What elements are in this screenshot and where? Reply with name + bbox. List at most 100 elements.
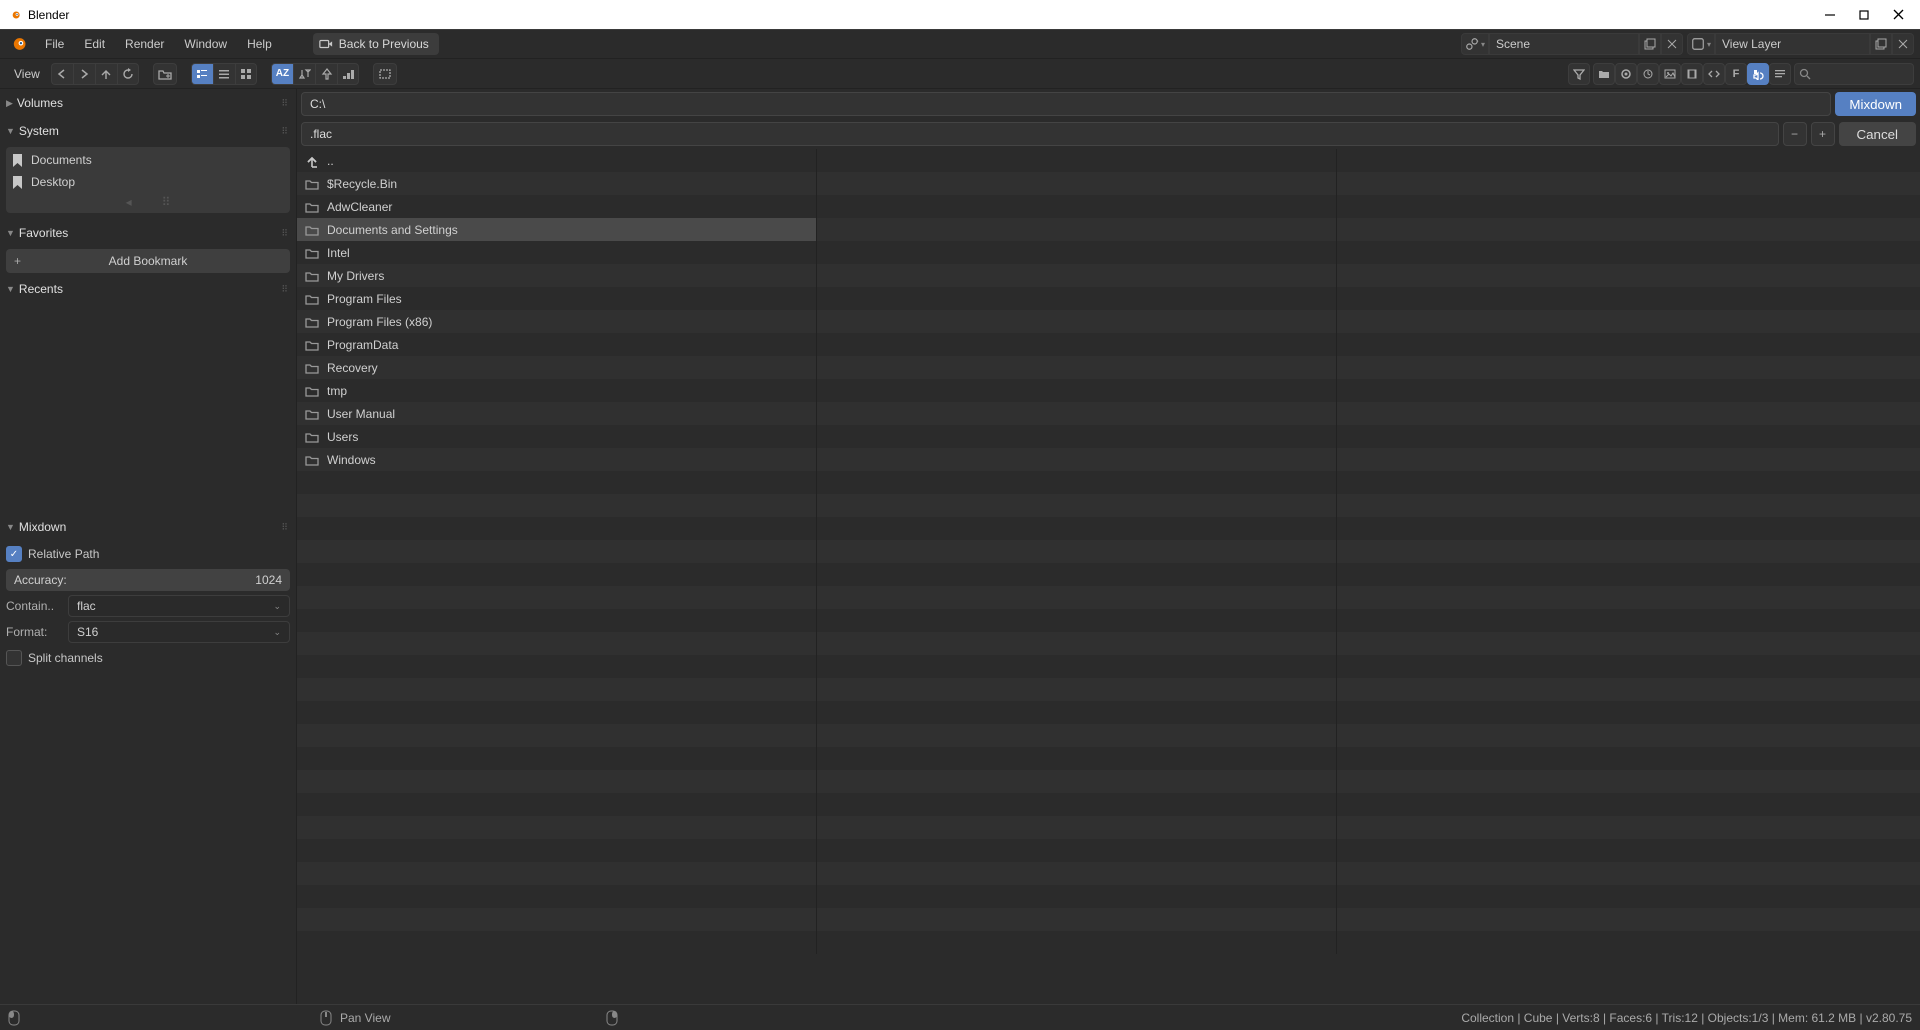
favorites-panel-header[interactable]: ▼ Favorites ⠿ [0, 219, 296, 247]
maximize-button[interactable] [1854, 5, 1874, 25]
folder-icon [305, 247, 319, 259]
checkbox-icon[interactable] [6, 650, 22, 666]
blender-icon[interactable] [6, 32, 30, 56]
file-row[interactable]: Windows [297, 448, 816, 471]
filter-toggle-icon[interactable] [1568, 63, 1590, 85]
filter-font-icon[interactable]: F [1725, 63, 1747, 85]
filter-text-icon[interactable] [1769, 63, 1791, 85]
mixdown-panel-header[interactable]: ▼ Mixdown ⠿ [0, 513, 296, 541]
file-row[interactable]: tmp [297, 379, 816, 402]
status-pan-view: Pan View [340, 1011, 390, 1025]
menubar: File Edit Render Window Help Back to Pre… [0, 29, 1920, 59]
viewlayer-selector[interactable]: ▾ [1687, 33, 1914, 55]
filter-folder-icon[interactable] [1593, 63, 1615, 85]
format-select[interactable]: S16 ⌄ [68, 621, 290, 643]
mouse-middle-icon [320, 1010, 332, 1026]
file-row[interactable]: ProgramData [297, 333, 816, 356]
filter-sound-icon[interactable] [1747, 63, 1769, 85]
file-row[interactable]: Intel [297, 241, 816, 264]
file-list[interactable]: ..$Recycle.BinAdwCleanerDocuments and Se… [297, 149, 1920, 1004]
file-row[interactable]: $Recycle.Bin [297, 172, 816, 195]
filter-image-icon[interactable] [1659, 63, 1681, 85]
folder-icon [305, 339, 319, 351]
system-panel-header[interactable]: ▼ System ⠿ [0, 117, 296, 145]
status-stats: Collection | Cube | Verts:8 | Faces:6 | … [1461, 1011, 1912, 1025]
drag-icon[interactable]: ⠿ [281, 284, 288, 295]
sort-size-icon[interactable] [337, 63, 359, 85]
volumes-panel-header[interactable]: ▶ Volumes ⠿ [0, 89, 296, 117]
folder-icon [305, 201, 319, 213]
scene-delete-icon[interactable] [1661, 33, 1683, 55]
display-thumbnails-icon[interactable] [235, 63, 257, 85]
drag-icon[interactable]: ⠿ [281, 228, 288, 239]
menu-edit[interactable]: Edit [75, 32, 114, 56]
folder-icon [305, 178, 319, 190]
display-list-long-icon[interactable] [213, 63, 235, 85]
expand-icon: ▼ [6, 126, 15, 136]
parent-dir-row[interactable]: .. [297, 149, 816, 172]
system-item-desktop[interactable]: Desktop [6, 171, 290, 193]
scene-new-icon[interactable] [1639, 33, 1661, 55]
file-row[interactable]: Recovery [297, 356, 816, 379]
nav-refresh-icon[interactable] [117, 63, 139, 85]
folder-icon [305, 431, 319, 443]
increment-button[interactable]: + [1811, 122, 1835, 146]
drag-icon[interactable]: ⠿ [281, 98, 288, 109]
filter-blend-icon[interactable] [1615, 63, 1637, 85]
scene-browse-icon[interactable]: ▾ [1461, 33, 1489, 55]
add-bookmark-button[interactable]: + Add Bookmark [6, 249, 290, 273]
drag-icon[interactable]: ⠿ [281, 522, 288, 533]
file-row[interactable]: Program Files [297, 287, 816, 310]
new-folder-icon[interactable] [153, 63, 177, 85]
filter-search-input[interactable] [1794, 63, 1914, 85]
nav-forward-icon[interactable] [73, 63, 95, 85]
file-row[interactable]: User Manual [297, 402, 816, 425]
folder-icon [305, 408, 319, 420]
filter-script-icon[interactable] [1703, 63, 1725, 85]
filter-backup-icon[interactable] [1637, 63, 1659, 85]
file-row[interactable]: Documents and Settings [297, 218, 816, 241]
file-row[interactable]: Program Files (x86) [297, 310, 816, 333]
nav-back-icon[interactable] [51, 63, 73, 85]
minimize-button[interactable] [1820, 5, 1840, 25]
filename-input[interactable] [301, 122, 1779, 146]
display-list-short-icon[interactable] [191, 63, 213, 85]
decrement-button[interactable]: − [1783, 122, 1807, 146]
view-menu[interactable]: View [6, 63, 48, 85]
viewlayer-new-icon[interactable] [1870, 33, 1892, 55]
system-item-documents[interactable]: Documents [6, 149, 290, 171]
menu-window[interactable]: Window [175, 32, 236, 56]
show-hidden-icon[interactable] [373, 63, 397, 85]
cancel-button[interactable]: Cancel [1839, 122, 1917, 146]
close-button[interactable] [1888, 5, 1908, 25]
sort-time-icon[interactable] [315, 63, 337, 85]
recents-panel-header[interactable]: ▼ Recents ⠿ [0, 275, 296, 303]
drag-icon[interactable]: ⠿ [281, 126, 288, 137]
container-select[interactable]: flac ⌄ [68, 595, 290, 617]
sort-alpha-icon[interactable]: AZ [271, 63, 293, 85]
viewlayer-name-input[interactable] [1715, 33, 1870, 55]
menu-render[interactable]: Render [116, 32, 173, 56]
file-row[interactable]: My Drivers [297, 264, 816, 287]
file-row[interactable]: AdwCleaner [297, 195, 816, 218]
file-row[interactable]: Users [297, 425, 816, 448]
back-to-previous-button[interactable]: Back to Previous [313, 33, 439, 55]
checkbox-checked-icon[interactable]: ✓ [6, 546, 22, 562]
filter-movie-icon[interactable] [1681, 63, 1703, 85]
scene-selector[interactable]: ▾ [1461, 33, 1683, 55]
nav-up-icon[interactable] [95, 63, 117, 85]
menu-file[interactable]: File [36, 32, 73, 56]
mixdown-confirm-button[interactable]: Mixdown [1835, 92, 1916, 116]
chevron-left-icon[interactable]: ◂ [126, 195, 132, 209]
drag-handle-icon[interactable]: ⠿ [162, 195, 171, 209]
menu-help[interactable]: Help [238, 32, 281, 56]
viewlayer-delete-icon[interactable] [1892, 33, 1914, 55]
split-channels-option[interactable]: Split channels [0, 645, 296, 671]
viewlayer-browse-icon[interactable]: ▾ [1687, 33, 1715, 55]
scene-name-input[interactable] [1489, 33, 1639, 55]
accuracy-field[interactable]: Accuracy: 1024 [6, 569, 290, 591]
sort-extension-icon[interactable] [293, 63, 315, 85]
expand-icon: ▼ [6, 284, 15, 294]
path-input[interactable] [301, 92, 1831, 116]
relative-path-option[interactable]: ✓ Relative Path [0, 541, 296, 567]
